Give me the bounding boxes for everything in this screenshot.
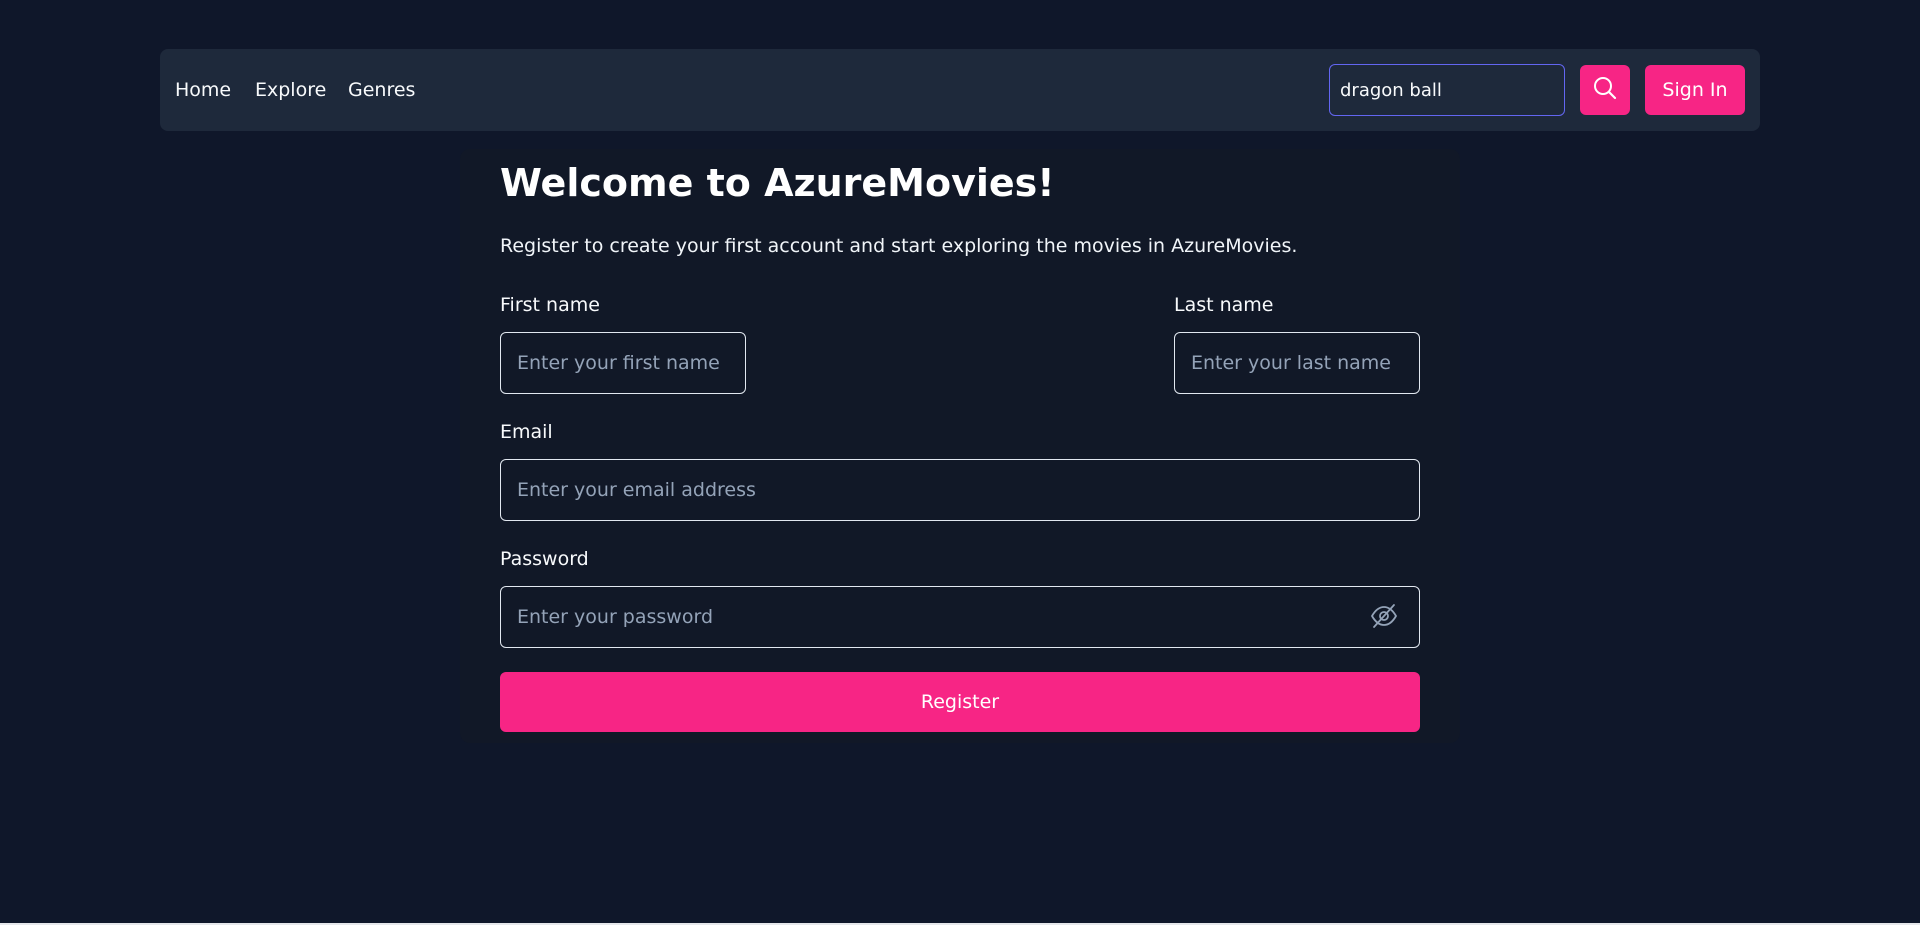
page: Home Explore Genres Sign In Welcome to A… (0, 0, 1920, 923)
password-label: Password (500, 548, 589, 570)
register-card: Welcome to AzureMovies! Register to crea… (460, 149, 1460, 743)
email-label: Email (500, 421, 553, 443)
page-subtitle: Register to create your first account an… (500, 235, 1298, 257)
last-name-field[interactable] (1174, 332, 1420, 394)
page-title: Welcome to AzureMovies! (500, 161, 1055, 205)
register-button[interactable]: Register (500, 672, 1420, 732)
navbar: Home Explore Genres Sign In (160, 49, 1760, 131)
nav-link-genres[interactable]: Genres (348, 49, 415, 131)
sign-in-button[interactable]: Sign In (1645, 65, 1745, 115)
first-name-field[interactable] (500, 332, 746, 394)
nav-link-home[interactable]: Home (175, 49, 231, 131)
email-field[interactable] (500, 459, 1420, 521)
nav-link-explore[interactable]: Explore (255, 49, 326, 131)
search-input[interactable] (1329, 64, 1565, 116)
toggle-password-visibility-button[interactable] (1366, 600, 1402, 636)
search-button[interactable] (1580, 65, 1630, 115)
eye-off-icon (1369, 602, 1399, 634)
last-name-label: Last name (1174, 294, 1274, 316)
first-name-label: First name (500, 294, 600, 316)
password-field[interactable] (500, 586, 1420, 648)
search-icon (1592, 75, 1618, 105)
